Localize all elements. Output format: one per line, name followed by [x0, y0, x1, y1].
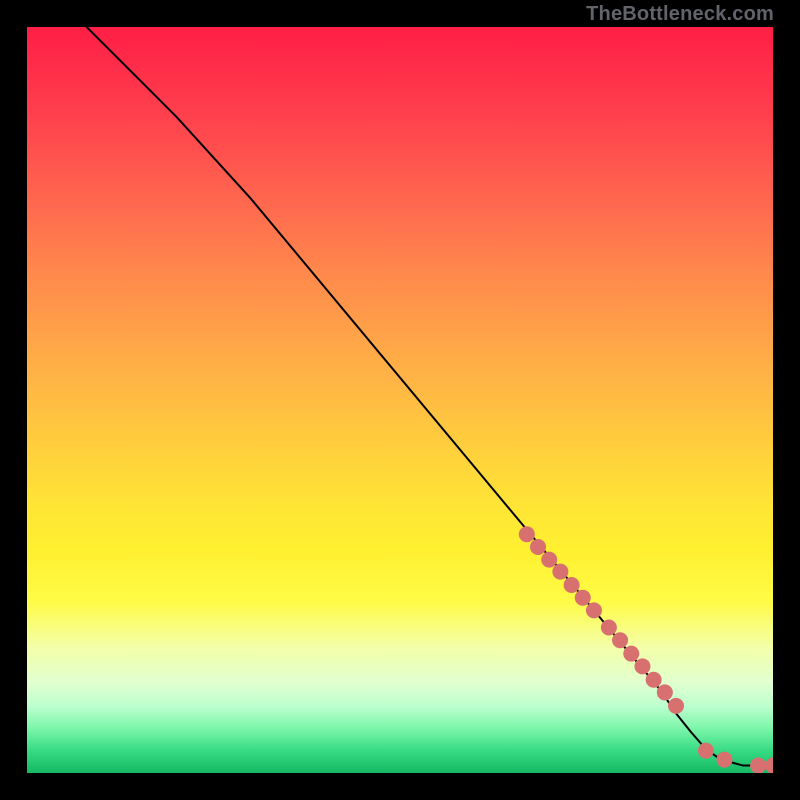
highlight-dot — [601, 620, 617, 636]
highlight-dot — [519, 526, 535, 542]
highlight-dot — [623, 646, 639, 662]
highlight-dot — [717, 752, 733, 768]
highlight-dot — [530, 539, 546, 555]
highlight-dot — [765, 758, 773, 773]
highlight-dot — [552, 564, 568, 580]
highlight-dot — [698, 743, 714, 759]
highlight-dot — [750, 758, 766, 773]
highlight-dot — [646, 672, 662, 688]
plot-area — [27, 27, 773, 773]
highlight-dot — [668, 698, 684, 714]
attribution-label: TheBottleneck.com — [586, 3, 774, 26]
highlight-dot — [575, 590, 591, 606]
highlight-dot — [586, 602, 602, 618]
highlight-dot — [564, 577, 580, 593]
curve-path — [87, 27, 773, 766]
highlight-dot — [612, 632, 628, 648]
highlight-dot — [541, 552, 557, 568]
highlight-dot — [657, 684, 673, 700]
chart-stage: TheBottleneck.com — [0, 0, 800, 800]
highlight-dot — [634, 658, 650, 674]
chart-svg — [27, 27, 773, 773]
